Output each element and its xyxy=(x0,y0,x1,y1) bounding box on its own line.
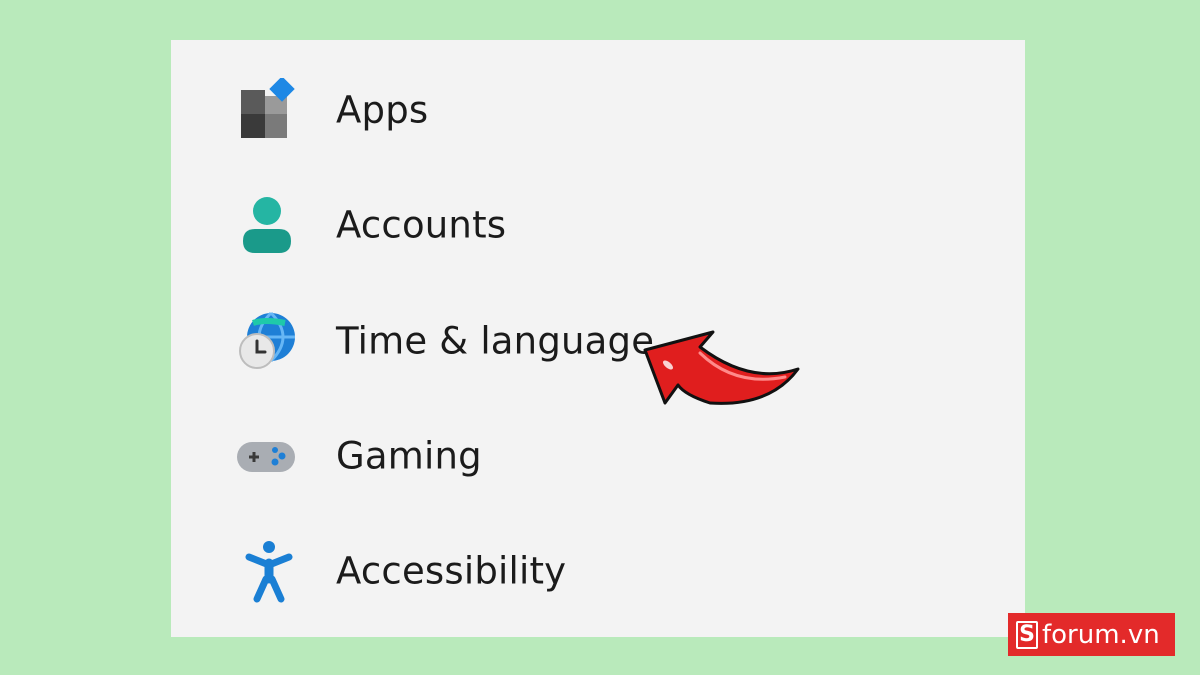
nav-item-label: Accounts xyxy=(336,203,507,246)
accounts-icon xyxy=(235,193,299,257)
red-arrow-icon xyxy=(643,330,800,405)
apps-icon xyxy=(235,77,299,142)
nav-item-label: Gaming xyxy=(336,434,482,477)
nav-item-label: Apps xyxy=(336,88,429,131)
nav-item-label: Accessibility xyxy=(336,549,567,592)
nav-item-accounts[interactable]: Accounts xyxy=(171,167,1025,282)
nav-item-time-language[interactable]: Time & language xyxy=(171,283,1025,398)
nav-item-accessibility[interactable]: Accessibility xyxy=(171,513,1025,628)
watermark-text: forum.vn xyxy=(1042,619,1160,650)
gaming-icon xyxy=(235,424,299,488)
nav-item-gaming[interactable]: Gaming xyxy=(171,398,1025,513)
watermark-logo-letter: S xyxy=(1016,620,1038,649)
time-language-icon xyxy=(235,309,299,373)
nav-item-apps[interactable]: Apps xyxy=(171,52,1025,167)
accessibility-icon xyxy=(235,539,299,603)
settings-nav-panel: Apps Accounts Time & language Gaming Acc… xyxy=(171,40,1025,637)
watermark-logo: S forum.vn xyxy=(1008,613,1175,656)
nav-item-label: Time & language xyxy=(336,319,655,362)
